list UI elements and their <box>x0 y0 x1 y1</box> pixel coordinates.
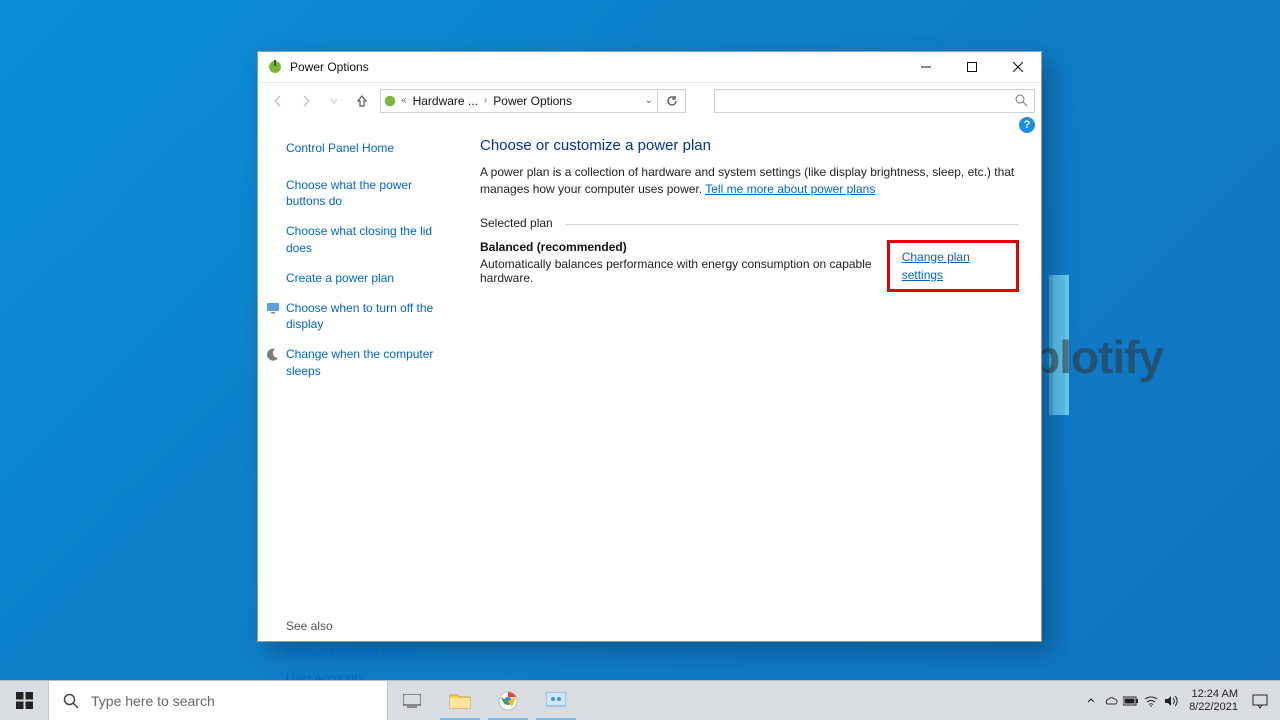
task-view-button[interactable] <box>388 681 436 720</box>
breadcrumb-seg-hardware[interactable]: Hardware ... <box>409 94 482 108</box>
sidebar-item-closing-lid[interactable]: Choose what closing the lid does <box>286 223 448 255</box>
see-also-mobility-center[interactable]: Windows Mobility Center <box>286 645 448 659</box>
page-heading: Choose or customize a power plan <box>480 137 1019 154</box>
forward-button[interactable] <box>292 87 320 115</box>
sidebar-item-computer-sleeps[interactable]: Change when the computer sleeps <box>286 346 448 378</box>
taskbar-app-explorer[interactable] <box>436 681 484 720</box>
minimize-button[interactable] <box>903 52 949 82</box>
breadcrumb-dropdown-icon[interactable]: ⌄ <box>645 95 653 106</box>
refresh-button[interactable] <box>658 89 686 113</box>
content-pane: ? Choose or customize a power plan A pow… <box>458 119 1041 641</box>
control-panel-home-link[interactable]: Control Panel Home <box>286 141 448 155</box>
tray-onedrive-icon[interactable] <box>1101 696 1121 706</box>
tray-wifi-icon[interactable] <box>1141 695 1161 707</box>
recent-dropdown[interactable] <box>320 87 348 115</box>
sidebar-item-label: Choose when to turn off the display <box>286 301 433 331</box>
help-icon[interactable]: ? <box>1019 117 1035 133</box>
sidebar-item-power-buttons[interactable]: Choose what the power buttons do <box>286 177 448 209</box>
taskbar-clock[interactable]: 12:24 AM 8/22/2021 <box>1189 688 1238 713</box>
selected-plan-label: Selected plan <box>480 216 1019 230</box>
titlebar[interactable]: Power Options <box>258 52 1041 82</box>
nav-toolbar: « Hardware ... › Power Options ⌄ <box>258 82 1041 118</box>
taskbar-app-control-panel[interactable] <box>532 681 580 720</box>
system-tray: 12:24 AM 8/22/2021 <box>1081 681 1280 720</box>
search-placeholder: Type here to search <box>91 693 215 709</box>
plan-description: Automatically balances performance with … <box>480 257 887 285</box>
chevron-icon: « <box>399 95 409 106</box>
page-description: A power plan is a collection of hardware… <box>480 164 1019 198</box>
clock-time: 12:24 AM <box>1189 688 1238 701</box>
chevron-right-icon: › <box>482 95 489 106</box>
taskbar-search[interactable]: Type here to search <box>48 681 388 720</box>
see-also-label: See also <box>286 619 448 633</box>
sidebar-item-create-plan[interactable]: Create a power plan <box>286 270 448 286</box>
moon-icon <box>266 347 280 361</box>
breadcrumb-seg-power[interactable]: Power Options <box>489 94 576 108</box>
action-center-button[interactable] <box>1246 693 1274 709</box>
tray-battery-icon[interactable] <box>1121 696 1141 706</box>
tray-chevron-icon[interactable] <box>1081 696 1101 706</box>
clock-date: 8/22/2021 <box>1189 701 1238 714</box>
display-icon <box>266 301 280 315</box>
search-icon <box>1015 94 1028 112</box>
settings-icon <box>546 692 566 710</box>
window-title: Power Options <box>290 60 369 74</box>
chrome-icon <box>498 691 518 711</box>
up-button[interactable] <box>348 87 376 115</box>
back-button[interactable] <box>264 87 292 115</box>
maximize-button[interactable] <box>949 52 995 82</box>
tray-volume-icon[interactable] <box>1161 695 1181 707</box>
breadcrumb[interactable]: « Hardware ... › Power Options ⌄ <box>380 89 658 113</box>
highlight-box: Change plan settings <box>887 240 1019 292</box>
sidebar-item-turn-off-display[interactable]: Choose when to turn off the display <box>286 300 448 332</box>
folder-icon <box>449 692 471 710</box>
plan-name: Balanced (recommended) <box>480 240 887 254</box>
taskbar: Type here to search 12:24 AM 8/22/2021 <box>0 680 1280 720</box>
app-icon <box>267 59 283 75</box>
power-options-window: Power Options « Hardware ... › Power Opt… <box>257 51 1042 642</box>
breadcrumb-icon <box>381 94 399 108</box>
sidebar-item-label: Change when the computer sleeps <box>286 347 433 377</box>
change-plan-settings-link[interactable]: Change plan settings <box>902 250 970 282</box>
plan-row: Balanced (recommended) Automatically bal… <box>480 240 1019 292</box>
tell-me-more-link[interactable]: Tell me more about power plans <box>705 182 875 196</box>
address-search-input[interactable] <box>714 89 1035 113</box>
sidebar: Control Panel Home Choose what the power… <box>258 119 458 641</box>
close-button[interactable] <box>995 52 1041 82</box>
search-icon <box>63 693 79 709</box>
taskbar-app-chrome[interactable] <box>484 681 532 720</box>
start-button[interactable] <box>0 681 48 720</box>
